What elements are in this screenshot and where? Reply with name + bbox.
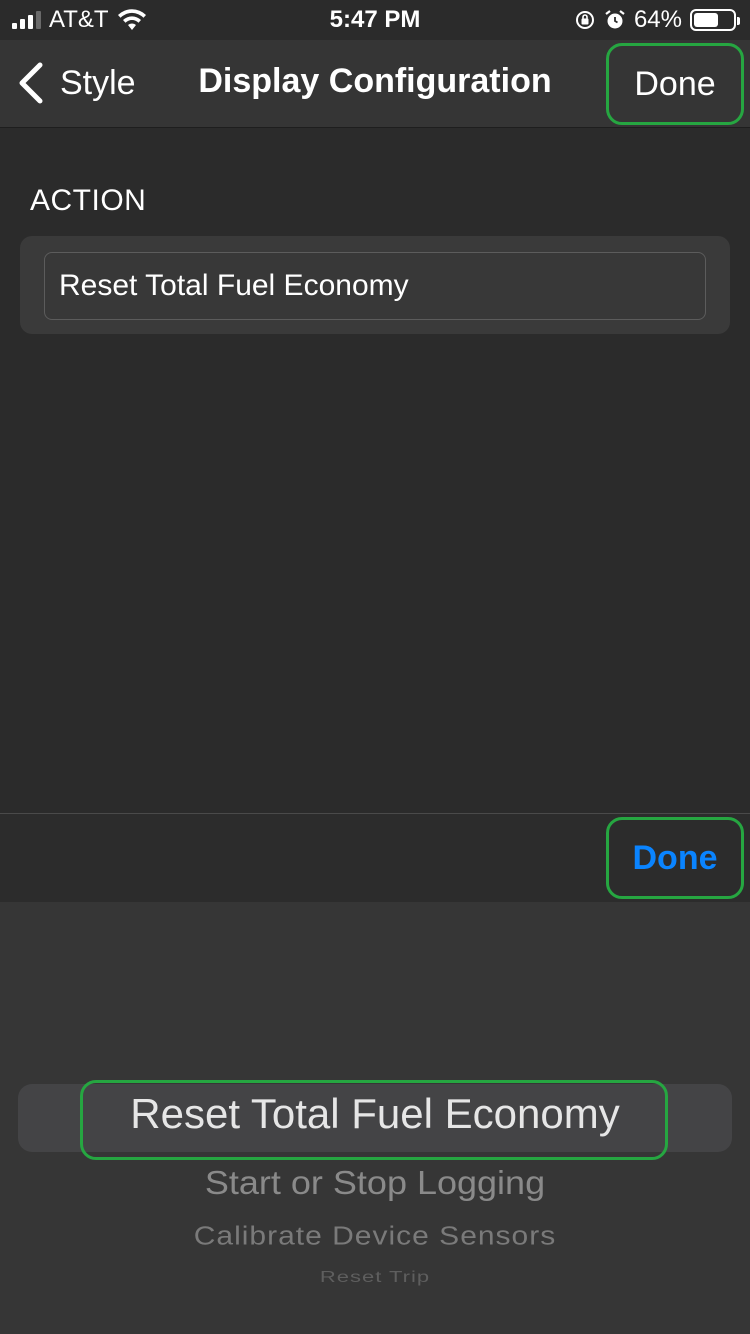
selected-option-outline xyxy=(80,1080,668,1160)
action-card: Reset Total Fuel Economy xyxy=(20,236,730,334)
action-picker[interactable]: Reset Total Fuel Economy Start or Stop L… xyxy=(0,902,750,1334)
picker-toolbar: Done xyxy=(0,813,750,902)
status-right: 64% xyxy=(574,6,740,34)
action-field[interactable]: Reset Total Fuel Economy xyxy=(44,252,706,320)
picker-option[interactable]: Reset Trip xyxy=(0,1268,750,1286)
picker-option[interactable]: Start or Stop Logging xyxy=(0,1164,750,1203)
battery-fill xyxy=(694,13,719,27)
battery-percent: 64% xyxy=(633,6,682,33)
orientation-lock-icon xyxy=(575,11,594,29)
battery-icon xyxy=(690,9,740,31)
nav-done-button[interactable]: Done xyxy=(606,43,744,125)
navigation-bar: Style Display Configuration Done xyxy=(0,40,750,128)
section-header-action: ACTION xyxy=(30,184,147,217)
back-button-label: Style xyxy=(60,63,136,102)
page-title: Display Configuration xyxy=(198,62,552,100)
picker-option[interactable]: Calibrate Device Sensors xyxy=(0,1223,750,1252)
picker-done-button[interactable]: Done xyxy=(606,817,744,899)
chevron-left-icon xyxy=(19,62,43,104)
alarm-icon xyxy=(605,10,625,29)
status-bar: AT&T 5:47 PM 64% xyxy=(0,0,750,40)
back-button[interactable]: Style xyxy=(16,58,136,108)
